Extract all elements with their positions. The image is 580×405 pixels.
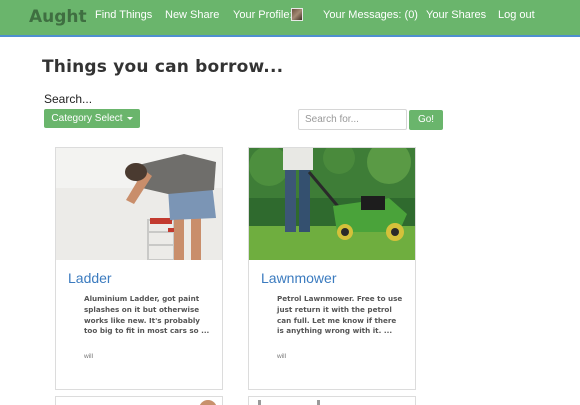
nav-new-share[interactable]: New Share (165, 9, 219, 21)
category-select-button[interactable]: Category Select (44, 109, 140, 128)
card-owner: will (277, 353, 287, 360)
item-card-lawnmower[interactable]: Lawnmower Petrol Lawnmower. Free to use … (248, 147, 416, 390)
go-button[interactable]: Go! (409, 110, 443, 130)
nav-find-things[interactable]: Find Things (95, 9, 152, 21)
category-select-label: Category Select (51, 113, 123, 124)
nav-your-messages[interactable]: Your Messages: (0) (323, 9, 418, 21)
card-title[interactable]: Ladder (68, 270, 112, 286)
search-input[interactable] (298, 109, 407, 130)
top-navbar: Aught Find Things New Share Your Profile… (0, 0, 580, 37)
item-card-partial[interactable] (55, 396, 223, 405)
nav-log-out[interactable]: Log out (498, 9, 535, 21)
search-label: Search... (44, 92, 93, 106)
card-description: Aluminium Ladder, got paint splashes on … (84, 294, 210, 336)
card-owner: will (84, 353, 94, 360)
profile-avatar[interactable] (291, 8, 303, 21)
card-title[interactable]: Lawnmower (261, 270, 336, 286)
ladder-image[interactable] (56, 148, 222, 260)
nav-your-profile[interactable]: Your Profile: (233, 9, 293, 21)
partial-card-image (199, 400, 217, 405)
item-card-partial[interactable] (248, 396, 416, 405)
partial-card-image (258, 400, 320, 405)
card-description: Petrol Lawnmower. Free to use just retur… (277, 294, 403, 336)
lawnmower-photo (249, 148, 415, 260)
brand-logo[interactable]: Aught (29, 7, 87, 27)
page-title: Things you can borrow... (42, 57, 284, 77)
nav-your-shares[interactable]: Your Shares (426, 9, 486, 21)
item-card-ladder[interactable]: Ladder Aluminium Ladder, got paint splas… (55, 147, 223, 390)
caret-down-icon (126, 116, 133, 120)
ladder-photo (56, 148, 222, 260)
lawnmower-image[interactable] (249, 148, 415, 260)
